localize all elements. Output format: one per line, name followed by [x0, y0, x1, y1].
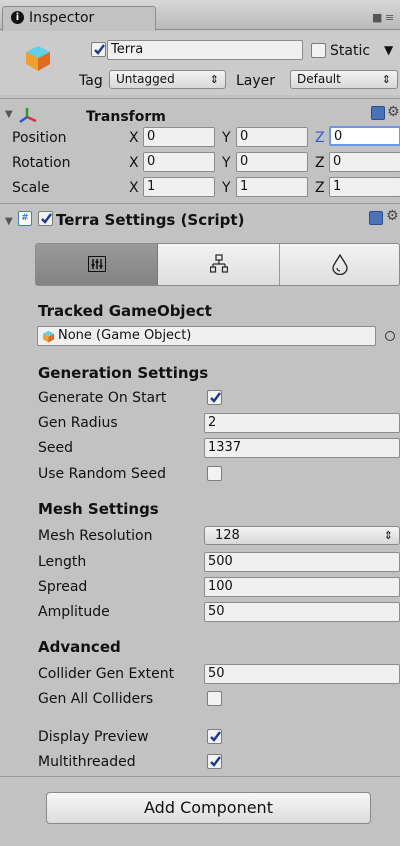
amplitude-label: Amplitude: [38, 604, 110, 620]
axis-x-label[interactable]: X: [129, 181, 139, 195]
mesh-heading: Mesh Settings: [38, 500, 159, 518]
spread-field[interactable]: 100: [204, 577, 400, 597]
toolbar-tab-water[interactable]: [280, 244, 399, 285]
transform-icon: [19, 108, 37, 124]
multithreaded-checkbox[interactable]: [207, 754, 222, 769]
help-book-icon[interactable]: [371, 106, 385, 120]
rotation-y-field[interactable]: 0: [236, 152, 308, 172]
mesh-resolution-dropdown[interactable]: 128 ⇕: [204, 526, 400, 545]
layer-dropdown[interactable]: Default ⇕: [290, 70, 398, 89]
active-checkbox[interactable]: [91, 42, 106, 57]
script-enabled-checkbox[interactable]: [38, 211, 53, 226]
object-name-field[interactable]: Terra: [107, 40, 303, 60]
tag-dropdown[interactable]: Untagged ⇕: [109, 70, 226, 89]
collider-gen-extent-label: Collider Gen Extent: [38, 666, 175, 682]
static-dropdown-icon[interactable]: ▼: [384, 44, 393, 56]
gen-radius-label: Gen Radius: [38, 415, 118, 431]
generation-heading: Generation Settings: [38, 364, 209, 382]
transform-title: Transform: [86, 109, 166, 125]
axis-z-label[interactable]: Z: [315, 131, 325, 145]
seed-field[interactable]: 1337: [204, 438, 400, 458]
tag-label: Tag: [79, 73, 103, 89]
position-x-field[interactable]: 0: [143, 127, 215, 147]
rotation-x-field[interactable]: 0: [143, 152, 215, 172]
axis-y-label[interactable]: Y: [222, 181, 231, 195]
axis-z-label[interactable]: Z: [315, 156, 325, 170]
gameobject-cube-icon: [26, 46, 50, 71]
position-z-field[interactable]: 0: [329, 126, 400, 146]
sliders-icon: [88, 256, 106, 272]
updown-icon: ⇕: [209, 73, 219, 86]
mesh-resolution-label: Mesh Resolution: [38, 528, 153, 544]
gameobject-cube-icon: [42, 330, 55, 343]
script-title: Terra Settings (Script): [56, 211, 245, 229]
length-field[interactable]: 500: [204, 552, 400, 572]
tab-inspector[interactable]: i Inspector: [2, 6, 156, 31]
tracked-object-field[interactable]: None (Game Object): [37, 326, 376, 346]
use-random-seed-checkbox[interactable]: [207, 466, 222, 481]
amplitude-field[interactable]: 50: [204, 602, 400, 622]
mesh-resolution-value: 128: [215, 528, 240, 543]
add-component-label: Add Component: [144, 798, 273, 817]
foldout-arrow-icon[interactable]: ▼: [5, 217, 13, 227]
gen-radius-field[interactable]: 2: [204, 413, 400, 433]
axis-y-label[interactable]: Y: [222, 131, 231, 145]
transform-header[interactable]: [0, 98, 400, 128]
multithreaded-label: Multithreaded: [38, 754, 136, 770]
tab-label: Inspector: [29, 10, 95, 26]
collider-gen-extent-field[interactable]: 50: [204, 664, 400, 684]
advanced-heading: Advanced: [38, 638, 121, 656]
lock-icon[interactable]: ■: [372, 12, 382, 23]
tracked-value: None (Game Object): [58, 328, 192, 343]
scale-label: Scale: [12, 180, 50, 196]
axis-z-label[interactable]: Z: [315, 181, 325, 195]
menu-icon[interactable]: ≡: [385, 12, 394, 23]
water-drop-icon: [332, 254, 348, 275]
scale-x-field[interactable]: 1: [143, 177, 215, 197]
scale-z-field[interactable]: 1: [329, 177, 400, 197]
rotation-label: Rotation: [12, 155, 71, 171]
tracked-heading: Tracked GameObject: [38, 302, 212, 320]
layer-value: Default: [297, 72, 341, 86]
toolbar-tab-hierarchy[interactable]: [158, 244, 280, 285]
divider: [0, 776, 400, 777]
seed-label: Seed: [38, 440, 73, 456]
help-book-icon[interactable]: [369, 211, 383, 225]
toolbar-tab-settings[interactable]: [36, 244, 158, 285]
rotation-z-field[interactable]: 0: [329, 152, 400, 172]
length-label: Length: [38, 554, 87, 570]
gear-icon[interactable]: ⚙: [386, 209, 399, 223]
spread-label: Spread: [38, 579, 88, 595]
tag-value: Untagged: [116, 72, 175, 86]
gen-all-colliders-label: Gen All Colliders: [38, 691, 154, 707]
gear-icon[interactable]: ⚙: [387, 105, 400, 119]
hierarchy-icon: [210, 254, 228, 273]
display-preview-label: Display Preview: [38, 729, 149, 745]
info-icon: i: [11, 11, 24, 24]
position-label: Position: [12, 130, 67, 146]
axis-y-label[interactable]: Y: [222, 156, 231, 170]
use-random-seed-label: Use Random Seed: [38, 466, 167, 482]
object-picker-icon[interactable]: [385, 331, 395, 341]
static-label: Static: [330, 43, 371, 59]
gen-all-colliders-checkbox[interactable]: [207, 691, 222, 706]
axis-x-label[interactable]: X: [129, 156, 139, 170]
static-checkbox[interactable]: [311, 43, 326, 58]
foldout-arrow-icon[interactable]: ▼: [5, 110, 13, 120]
updown-icon: ⇕: [381, 73, 391, 86]
layer-label: Layer: [236, 73, 276, 89]
display-preview-checkbox[interactable]: [207, 729, 222, 744]
scale-y-field[interactable]: 1: [236, 177, 308, 197]
updown-icon: ⇕: [383, 529, 393, 542]
position-y-field[interactable]: 0: [236, 127, 308, 147]
axis-x-label[interactable]: X: [129, 131, 139, 145]
generate-on-start-label: Generate On Start: [38, 390, 167, 406]
script-icon: #: [18, 211, 32, 226]
add-component-button[interactable]: Add Component: [46, 792, 371, 824]
generate-on-start-checkbox[interactable]: [207, 390, 222, 405]
